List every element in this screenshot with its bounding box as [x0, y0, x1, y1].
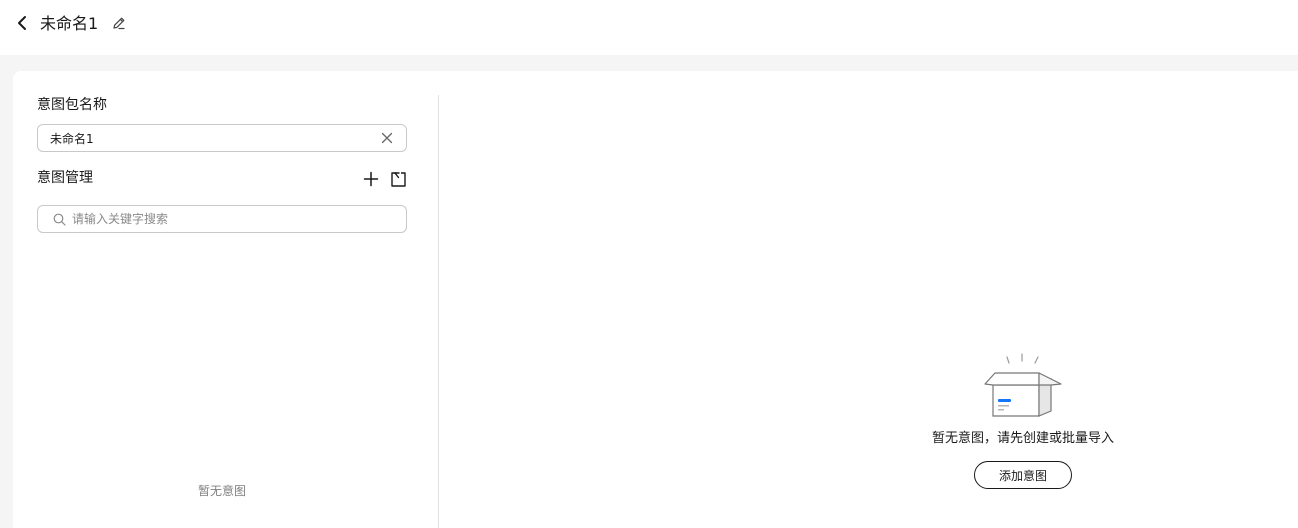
edit-title-button[interactable]: [110, 14, 128, 32]
empty-box-icon: [984, 353, 1062, 417]
content-card: 意图包名称 意图管理: [13, 71, 1298, 528]
page-title: 未命名1: [40, 14, 99, 33]
import-intent-button[interactable]: [388, 169, 408, 189]
intent-management-label: 意图管理: [37, 170, 93, 186]
intent-package-name-label: 意图包名称: [37, 97, 107, 113]
left-panel: 意图包名称 意图管理: [13, 71, 438, 528]
main-empty-text: 暂无意图，请先创建或批量导入: [931, 431, 1114, 446]
back-button[interactable]: [12, 13, 32, 33]
clear-button[interactable]: [380, 131, 394, 145]
close-icon: [381, 132, 393, 144]
top-bar: 未命名1: [0, 0, 1298, 55]
import-icon: [390, 171, 406, 187]
add-intent-button[interactable]: 添加意图: [974, 461, 1072, 489]
add-intent-icon-button[interactable]: [361, 169, 381, 189]
search-icon: [52, 212, 66, 226]
panel-divider: [438, 95, 439, 528]
pencil-icon: [113, 17, 125, 30]
intent-search-input[interactable]: [72, 207, 392, 231]
intent-search-field[interactable]: [37, 205, 407, 233]
plus-icon: [363, 171, 379, 187]
intent-list-empty-text: 暂无意图: [197, 484, 246, 498]
chevron-left-icon: [18, 16, 26, 30]
intent-package-name-field[interactable]: [37, 124, 407, 152]
intent-package-name-input[interactable]: [50, 126, 360, 150]
